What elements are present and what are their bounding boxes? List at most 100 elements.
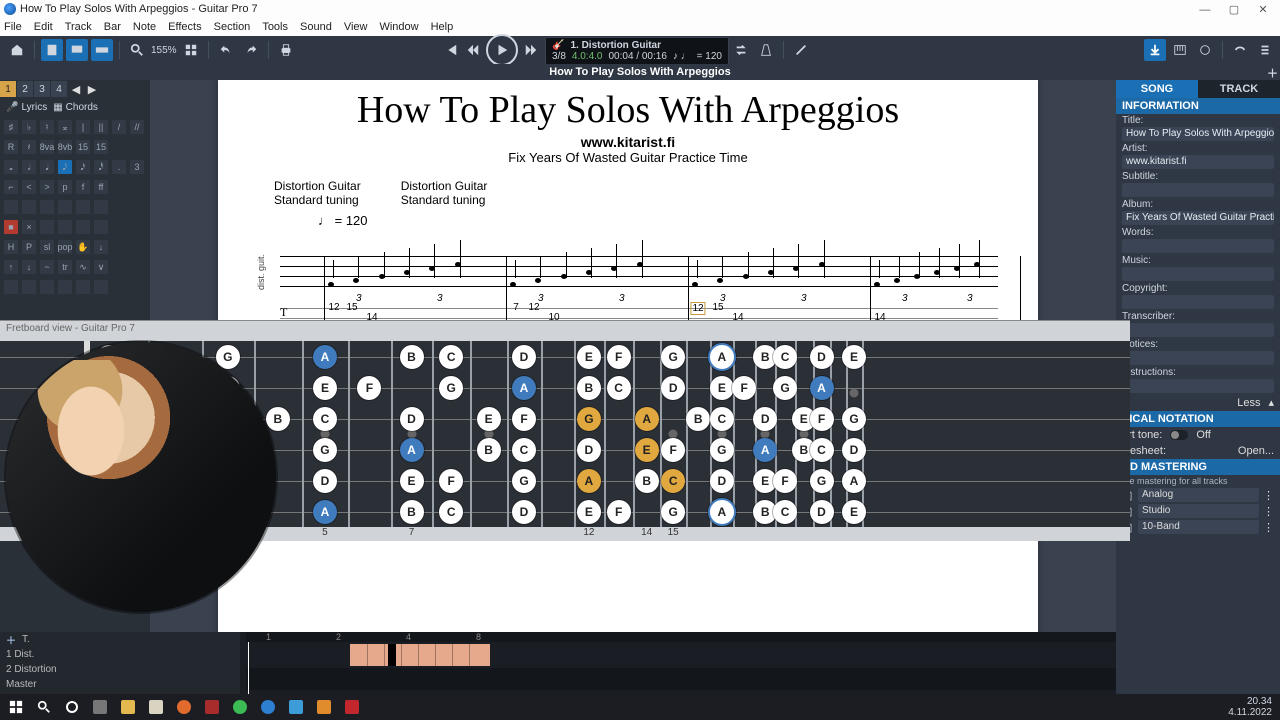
palette-cell[interactable] [58, 220, 72, 234]
palette-cell[interactable]: p [58, 180, 72, 194]
fret-note[interactable]: F [357, 376, 381, 400]
track-strip[interactable]: ＋T.1 Dist.2 DistortionMaster 1248 [0, 632, 1116, 694]
explorer-icon[interactable] [116, 697, 140, 717]
tab-number[interactable]: 7 [513, 302, 519, 313]
minimize-button[interactable]: — [1192, 4, 1218, 16]
fret-note[interactable]: D [810, 345, 834, 369]
fret-note[interactable]: E [400, 469, 424, 493]
palette-cell[interactable]: tr [58, 260, 72, 274]
info-subtitle-input[interactable] [1122, 183, 1274, 197]
fret-note[interactable]: F [810, 407, 834, 431]
palette-cell[interactable] [58, 200, 72, 214]
palette-cell[interactable]: 𝅘𝅥𝅯 [76, 160, 90, 174]
play-next-button[interactable] [520, 39, 542, 61]
fret-note[interactable]: A [400, 438, 424, 462]
fret-note[interactable]: G [773, 376, 797, 400]
fret-note[interactable]: G [842, 407, 866, 431]
app-icon-1[interactable] [284, 697, 308, 717]
palette-cell[interactable] [22, 200, 36, 214]
tab-song[interactable]: SONG [1116, 80, 1198, 98]
menu-view[interactable]: View [344, 21, 368, 33]
maximize-button[interactable]: ▢ [1221, 3, 1247, 16]
info-words-input[interactable] [1122, 239, 1274, 253]
play-prev-button[interactable] [462, 39, 484, 61]
menu-help[interactable]: Help [431, 21, 454, 33]
menu-bar[interactable]: FileEditTrackBarNoteEffectsSectionToolsS… [0, 18, 1280, 36]
info-instructions-input[interactable] [1122, 379, 1274, 393]
palette-cell[interactable]: 15 [94, 140, 108, 154]
palette-cell[interactable]: × [22, 220, 36, 234]
fret-note[interactable]: G [216, 345, 240, 369]
track-num-3[interactable]: 3 [34, 81, 50, 97]
fret-note[interactable]: D [753, 407, 777, 431]
fret-note[interactable]: C [773, 500, 797, 524]
undo-button[interactable] [215, 39, 237, 61]
piano-button[interactable] [1169, 39, 1191, 61]
fx-select[interactable]: Analog [1138, 488, 1259, 502]
fret-note[interactable]: C [773, 345, 797, 369]
view-screen-button[interactable] [66, 39, 88, 61]
acrobat-icon[interactable] [340, 697, 364, 717]
fret-note[interactable]: C [607, 376, 631, 400]
menu-tools[interactable]: Tools [262, 21, 288, 33]
palette-cell[interactable]: ∨ [94, 260, 108, 274]
palette-cell[interactable] [4, 280, 18, 294]
tab-number[interactable]: 15 [346, 302, 357, 313]
palette-cell[interactable]: ♮ [40, 120, 54, 134]
palette-cell[interactable] [40, 200, 54, 214]
fret-note[interactable]: F [607, 345, 631, 369]
fret-note[interactable]: E [635, 438, 659, 462]
play-first-button[interactable] [440, 39, 462, 61]
menu-bar[interactable]: Bar [104, 21, 121, 33]
palette-cell[interactable]: P [22, 240, 36, 254]
palette-cell[interactable]: ■ [4, 220, 18, 234]
palette-cell[interactable]: || [94, 120, 108, 134]
fret-note[interactable]: A [635, 407, 659, 431]
palette-cell[interactable]: < [22, 180, 36, 194]
palette-cell[interactable] [4, 200, 18, 214]
fret-note[interactable]: E [313, 376, 337, 400]
palette-cell[interactable] [76, 280, 90, 294]
fret-note[interactable]: A [512, 376, 536, 400]
fret-note[interactable]: E [842, 500, 866, 524]
media-icon[interactable] [312, 697, 336, 717]
calendar-icon[interactable] [144, 697, 168, 717]
zoom-button[interactable] [126, 39, 148, 61]
view-horizontal-button[interactable] [91, 39, 113, 61]
tab-number[interactable]: 12 [328, 302, 339, 313]
fret-note[interactable]: B [577, 376, 601, 400]
fret-note[interactable]: C [439, 500, 463, 524]
palette-cell[interactable] [40, 220, 54, 234]
print-button[interactable] [275, 39, 297, 61]
menu-window[interactable]: Window [379, 21, 418, 33]
fret-note[interactable]: G [512, 469, 536, 493]
start-button[interactable] [4, 697, 28, 717]
redo-button[interactable] [240, 39, 262, 61]
fret-note[interactable]: G [661, 345, 685, 369]
search-button[interactable] [32, 697, 56, 717]
fret-note[interactable]: F [512, 407, 536, 431]
add-tab-button[interactable]: ＋ [1267, 65, 1278, 81]
palette-cell[interactable]: 8vb [58, 140, 72, 154]
tab-track[interactable]: TRACK [1198, 80, 1280, 98]
fret-note[interactable]: F [439, 469, 463, 493]
track-num-2[interactable]: 2 [17, 81, 33, 97]
fret-note[interactable]: E [577, 345, 601, 369]
tab-number[interactable]: 12 [528, 302, 539, 313]
palette-cell[interactable]: 𝅘𝅥𝅰 [94, 160, 108, 174]
loop-button[interactable] [730, 39, 752, 61]
info-copyright-input[interactable] [1122, 295, 1274, 309]
fret-note[interactable]: B [400, 500, 424, 524]
palette-cell[interactable]: ♯ [4, 120, 18, 134]
fx-menu-icon[interactable]: ⋮ [1263, 521, 1274, 534]
info-notices-input[interactable] [1122, 351, 1274, 365]
close-button[interactable]: ✕ [1250, 3, 1276, 16]
playback-lcd[interactable]: 🎸 1. Distortion Guitar 3/8 4.0:4.0 00:04… [545, 37, 729, 65]
palette-cell[interactable]: 3 [130, 160, 144, 174]
palette-cell[interactable]: 𝅘𝅥𝅮 [58, 160, 72, 174]
palette-cell[interactable]: ↓ [22, 260, 36, 274]
palette-cell[interactable]: ff [94, 180, 108, 194]
fret-note[interactable]: E [710, 376, 734, 400]
palette-cell[interactable]: ♭ [22, 120, 36, 134]
fret-note[interactable]: B [266, 407, 290, 431]
